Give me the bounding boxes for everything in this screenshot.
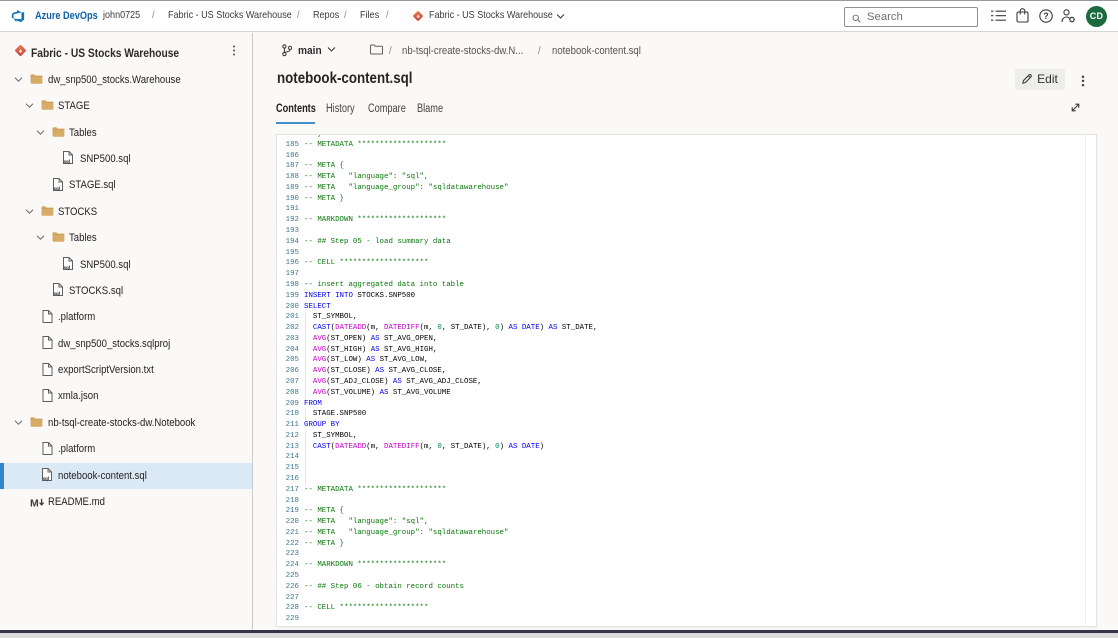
svg-text:M: M	[30, 498, 39, 507]
svg-text:sql: sql	[63, 159, 70, 164]
svg-text:sql: sql	[53, 186, 60, 191]
svg-text:sql: sql	[63, 265, 70, 270]
svg-text:sql: sql	[42, 476, 49, 481]
svg-text:?: ?	[1043, 11, 1049, 21]
svg-text:sql: sql	[53, 291, 60, 296]
